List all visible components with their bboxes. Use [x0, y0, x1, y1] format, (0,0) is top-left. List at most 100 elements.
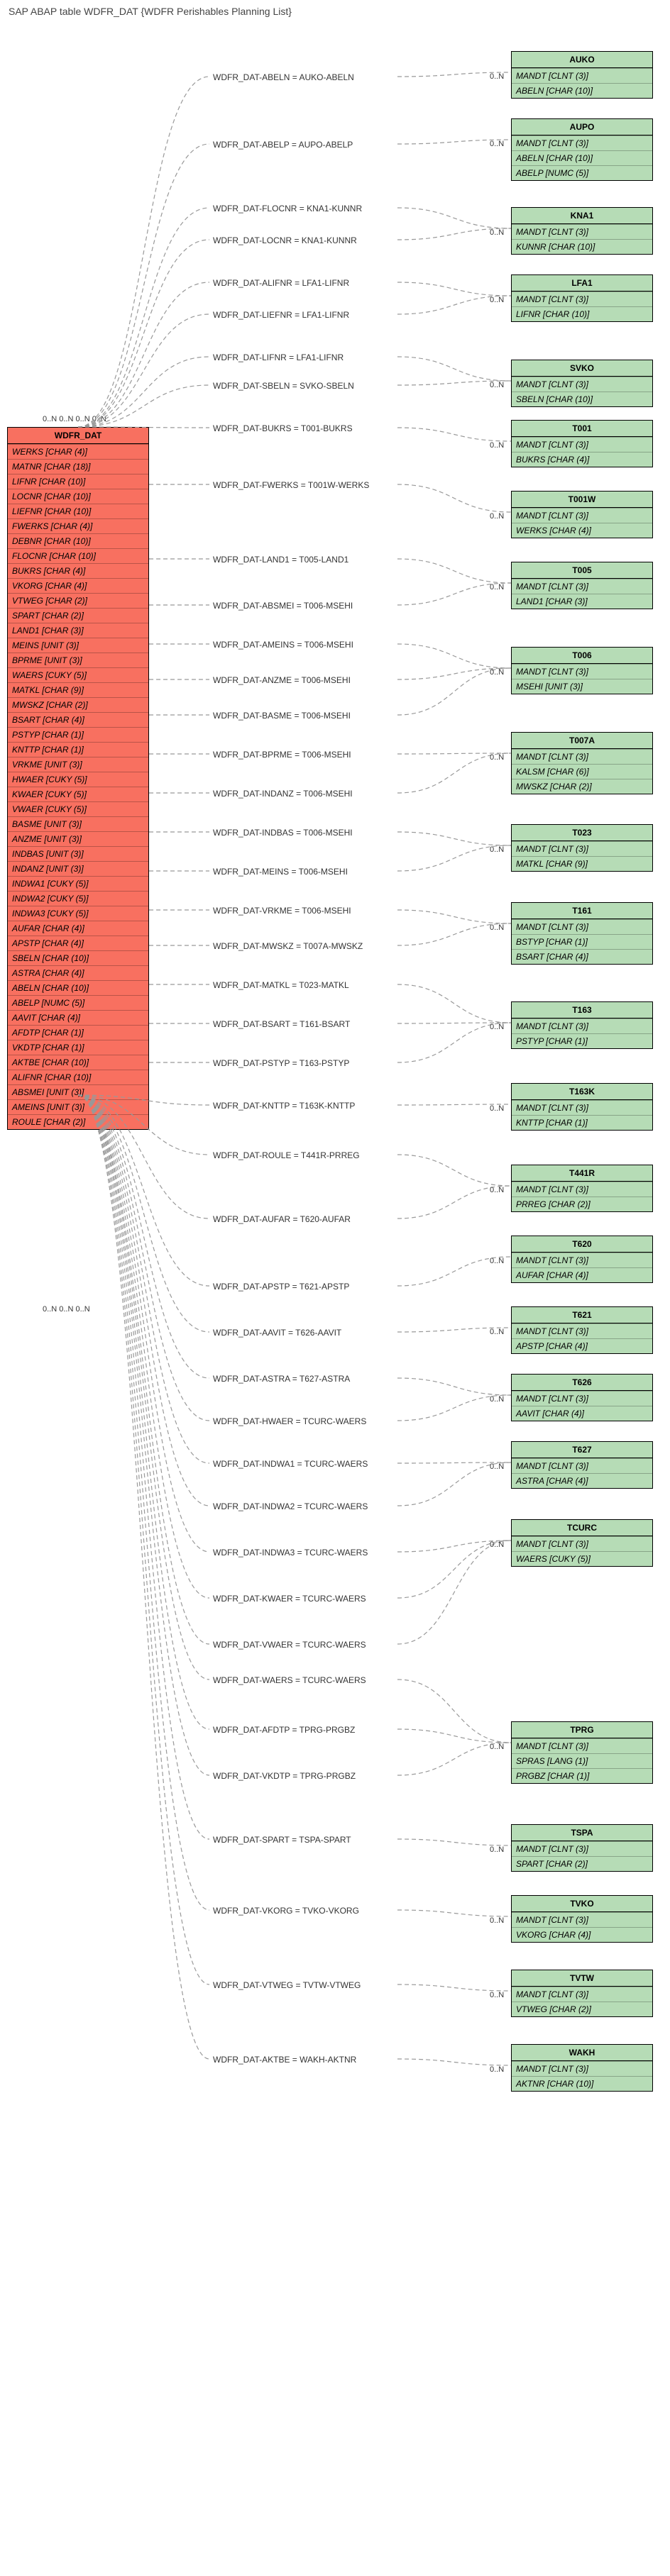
relation-label: WDFR_DAT-BPRME = T006-MSEHI	[213, 750, 351, 760]
field-row: AKTNR [CHAR (10)]	[512, 2076, 652, 2091]
field-row: BUKRS [CHAR (4)]	[512, 452, 652, 467]
field-row: VWAER [CUKY (5)]	[8, 801, 148, 816]
field-row: MANDT [CLNT (3)]	[512, 1841, 652, 1856]
table-header: T006	[512, 648, 652, 664]
table-header: KNA1	[512, 208, 652, 224]
cardinality: 0..N	[490, 296, 504, 304]
table-t626: T626MANDT [CLNT (3)]AAVIT [CHAR (4)]	[511, 1374, 653, 1421]
field-row: LOCNR [CHAR (10)]	[8, 489, 148, 504]
field-row: AUFAR [CHAR (4)]	[8, 921, 148, 936]
relation-label: WDFR_DAT-INDWA3 = TCURC-WAERS	[213, 1548, 368, 1558]
field-row: FWERKS [CHAR (4)]	[8, 518, 148, 533]
field-row: BPRME [UNIT (3)]	[8, 653, 148, 667]
field-row: VKORG [CHAR (4)]	[8, 578, 148, 593]
field-row: MANDT [CLNT (3)]	[512, 919, 652, 934]
field-row: INDBAS [UNIT (3)]	[8, 846, 148, 861]
field-row: AFDTP [CHAR (1)]	[8, 1025, 148, 1040]
field-row: MANDT [CLNT (3)]	[512, 1253, 652, 1267]
relation-label: WDFR_DAT-AKTBE = WAKH-AKTNR	[213, 2055, 356, 2065]
table-header: T621	[512, 1307, 652, 1323]
table-header: T441R	[512, 1165, 652, 1182]
relation-label: WDFR_DAT-BUKRS = T001-BUKRS	[213, 423, 353, 433]
relation-label: WDFR_DAT-LIEFNR = LFA1-LIFNR	[213, 310, 349, 320]
table-t621: T621MANDT [CLNT (3)]APSTP [CHAR (4)]	[511, 1306, 653, 1354]
field-row: WAERS [CUKY (5)]	[512, 1551, 652, 1566]
table-header: TPRG	[512, 1722, 652, 1738]
table-t001w: T001WMANDT [CLNT (3)]WERKS [CHAR (4)]	[511, 491, 653, 538]
relation-label: WDFR_DAT-PSTYP = T163-PSTYP	[213, 1058, 349, 1068]
cardinality: 0..N	[490, 753, 504, 762]
field-row: MANDT [CLNT (3)]	[512, 1182, 652, 1197]
table-header: AUKO	[512, 52, 652, 68]
field-row: MANDT [CLNT (3)]	[512, 377, 652, 392]
relation-label: WDFR_DAT-SBELN = SVKO-SBELN	[213, 381, 354, 391]
table-aupo: AUPOMANDT [CLNT (3)]ABELN [CHAR (10)]ABE…	[511, 118, 653, 181]
relation-label: WDFR_DAT-MWSKZ = T007A-MWSKZ	[213, 941, 363, 951]
field-row: KWAER [CUKY (5)]	[8, 787, 148, 801]
field-row: ABELP [NUMC (5)]	[8, 995, 148, 1010]
relation-label: WDFR_DAT-FWERKS = T001W-WERKS	[213, 480, 369, 490]
table-header: TVKO	[512, 1896, 652, 1912]
field-row: AAVIT [CHAR (4)]	[8, 1010, 148, 1025]
field-row: MEINS [UNIT (3)]	[8, 638, 148, 653]
cardinality-top: 0..N 0..N 0..N 0..N	[43, 415, 106, 423]
table-header: T161	[512, 903, 652, 919]
cardinality: 0..N	[490, 1328, 504, 1336]
field-row: MANDT [CLNT (3)]	[512, 1018, 652, 1033]
table-t023: T023MANDT [CLNT (3)]MATKL [CHAR (9)]	[511, 824, 653, 872]
field-row: ABELN [CHAR (10)]	[8, 980, 148, 995]
table-t620: T620MANDT [CLNT (3)]AUFAR [CHAR (4)]	[511, 1236, 653, 1283]
field-row: MANDT [CLNT (3)]	[512, 1391, 652, 1406]
field-row: INDANZ [UNIT (3)]	[8, 861, 148, 876]
field-row: MATNR [CHAR (18)]	[8, 459, 148, 474]
table-header: T163	[512, 1002, 652, 1018]
relation-label: WDFR_DAT-INDWA2 = TCURC-WAERS	[213, 1501, 368, 1511]
field-row: MANDT [CLNT (3)]	[512, 508, 652, 523]
relation-label: WDFR_DAT-VKDTP = TPRG-PRGBZ	[213, 1771, 356, 1781]
table-header: WAKH	[512, 2045, 652, 2061]
field-row: MANDT [CLNT (3)]	[512, 579, 652, 594]
relation-label: WDFR_DAT-ABELN = AUKO-ABELN	[213, 72, 354, 82]
field-row: ABELN [CHAR (10)]	[512, 150, 652, 165]
table-t161: T161MANDT [CLNT (3)]BSTYP [CHAR (1)]BSAR…	[511, 902, 653, 965]
relation-label: WDFR_DAT-VTWEG = TVTW-VTWEG	[213, 1980, 361, 1990]
relation-label: WDFR_DAT-WAERS = TCURC-WAERS	[213, 1675, 366, 1685]
field-row: MANDT [CLNT (3)]	[512, 68, 652, 83]
relation-label: WDFR_DAT-SPART = TSPA-SPART	[213, 1835, 351, 1845]
field-row: ANZME [UNIT (3)]	[8, 831, 148, 846]
table-header: SVKO	[512, 360, 652, 377]
cardinality: 0..N	[490, 140, 504, 148]
cardinality: 0..N	[490, 1845, 504, 1854]
relation-label: WDFR_DAT-MATKL = T023-MATKL	[213, 980, 349, 990]
field-row: MANDT [CLNT (3)]	[512, 1100, 652, 1115]
field-row: PRREG [CHAR (2)]	[512, 1197, 652, 1211]
er-canvas: WDFR_DAT WERKS [CHAR (4)]MATNR [CHAR (18…	[0, 23, 670, 2576]
field-row: ASTRA [CHAR (4)]	[8, 965, 148, 980]
field-row: BSTYP [CHAR (1)]	[512, 934, 652, 949]
table-header: T007A	[512, 733, 652, 749]
field-row: MSEHI [UNIT (3)]	[512, 679, 652, 694]
field-row: ASTRA [CHAR (4)]	[512, 1473, 652, 1488]
table-tspa: TSPAMANDT [CLNT (3)]SPART [CHAR (2)]	[511, 1824, 653, 1872]
cardinality: 0..N	[490, 228, 504, 237]
table-header: T626	[512, 1375, 652, 1391]
table-header: TVTW	[512, 1970, 652, 1987]
field-row: AKTBE [CHAR (10)]	[8, 1055, 148, 1070]
field-row: DEBNR [CHAR (10)]	[8, 533, 148, 548]
field-row: BASME [UNIT (3)]	[8, 816, 148, 831]
field-row: KNTTP [CHAR (1)]	[512, 1115, 652, 1130]
cardinality: 0..N	[490, 668, 504, 677]
table-t006: T006MANDT [CLNT (3)]MSEHI [UNIT (3)]	[511, 647, 653, 694]
cardinality: 0..N	[490, 923, 504, 932]
field-row: AMEINS [UNIT (3)]	[8, 1099, 148, 1114]
relation-label: WDFR_DAT-AAVIT = T626-AAVIT	[213, 1328, 341, 1338]
relation-label: WDFR_DAT-ROULE = T441R-PRREG	[213, 1150, 360, 1160]
cardinality: 0..N	[490, 2065, 504, 2074]
field-row: MANDT [CLNT (3)]	[512, 2061, 652, 2076]
table-header: TSPA	[512, 1825, 652, 1841]
relation-label: WDFR_DAT-APSTP = T621-APSTP	[213, 1282, 349, 1292]
field-row: SBELN [CHAR (10)]	[512, 392, 652, 406]
relation-label: WDFR_DAT-ABSMEI = T006-MSEHI	[213, 601, 353, 611]
field-row: WAERS [CUKY (5)]	[8, 667, 148, 682]
field-row: ABSMEI [UNIT (3)]	[8, 1084, 148, 1099]
